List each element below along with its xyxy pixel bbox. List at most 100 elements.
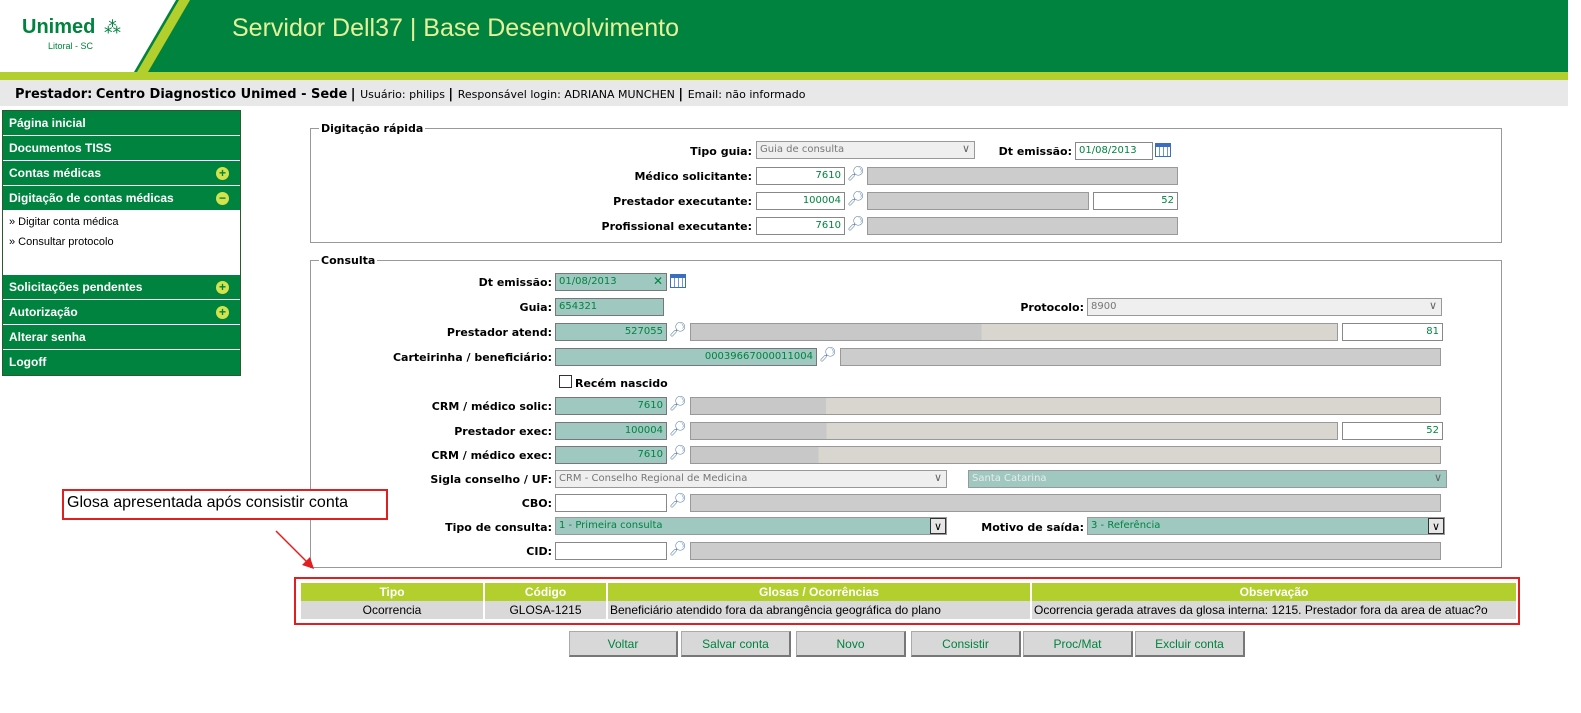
prestador-executante-extra[interactable]: 52 xyxy=(1093,192,1178,210)
proc-mat-button[interactable]: Proc/Mat xyxy=(1023,631,1133,657)
prestador-name: Centro Diagnostico Unimed - Sede xyxy=(95,87,348,102)
magnifier-icon[interactable]: 🔎︎ xyxy=(669,395,687,413)
chevron-down-icon: ∨ xyxy=(1428,518,1444,534)
profissional-executante-name xyxy=(867,217,1178,235)
sidebar-submenu: » Digitar conta médica » Consultar proto… xyxy=(3,211,240,275)
sidebar-item-autorizacao[interactable]: Autorização + xyxy=(3,300,240,325)
sidebar-menu: Página inicial Documentos TISS Contas mé… xyxy=(2,110,241,376)
responsavel-info: Responsável login: ADRIANA MUNCHEN xyxy=(457,88,675,101)
sidebar-item-contas-medicas[interactable]: Contas médicas + xyxy=(3,161,240,186)
voltar-button[interactable]: Voltar xyxy=(569,631,678,657)
col-codigo: Código xyxy=(485,583,606,601)
uf-select[interactable]: Santa Catarina ∨ xyxy=(968,470,1447,488)
crm-solic-input[interactable]: 7610 xyxy=(555,397,667,415)
prestador-executante-name xyxy=(867,192,1089,210)
cid-name xyxy=(690,542,1441,560)
col-observacao: Observação xyxy=(1032,583,1516,601)
sidebar-item-solicitacoes[interactable]: Solicitações pendentes + xyxy=(3,275,240,300)
prestador-executante-input[interactable]: 100004 xyxy=(756,192,845,210)
user-info-bar: Prestador: Centro Diagnostico Unimed - S… xyxy=(0,80,1568,106)
prestador-executante-label: Prestador executante: xyxy=(613,195,752,208)
submenu-consultar-protocolo[interactable]: » Consultar protocolo xyxy=(9,234,240,254)
sigla-conselho-label: Sigla conselho / UF: xyxy=(430,473,552,486)
novo-button[interactable]: Novo xyxy=(796,631,906,657)
calendar-icon[interactable] xyxy=(1155,143,1171,157)
expand-icon[interactable]: + xyxy=(216,281,229,294)
tipo-guia-select[interactable]: Guia de consulta ∨ xyxy=(756,141,975,159)
carteirinha-input[interactable]: 00039667000011004 xyxy=(555,348,817,366)
protocolo-select[interactable]: 8900 ∨ xyxy=(1087,298,1442,316)
recem-nascido-checkbox[interactable] xyxy=(559,375,572,388)
collapse-icon[interactable]: − xyxy=(216,192,229,205)
app-header: Unimed ⁂ Litoral - SC Servidor Dell37 | … xyxy=(0,0,1568,72)
medico-solicitante-input[interactable]: 7610 xyxy=(756,167,845,185)
magnifier-icon[interactable]: 🔎︎ xyxy=(669,540,687,558)
magnifier-icon[interactable]: 🔎︎ xyxy=(669,420,687,438)
unimed-logo: Unimed xyxy=(22,16,96,38)
magnifier-icon[interactable]: 🔎︎ xyxy=(847,165,865,183)
sidebar-item-logoff[interactable]: Logoff xyxy=(3,350,240,375)
excluir-conta-button[interactable]: Excluir conta xyxy=(1135,631,1245,657)
consulta-legend: Consulta xyxy=(321,254,376,267)
prestador-atend-extra[interactable]: 81 xyxy=(1342,323,1443,341)
logo-subtitle: Litoral - SC xyxy=(48,41,94,51)
expand-icon[interactable]: + xyxy=(216,167,229,180)
chevron-down-icon: ∨ xyxy=(930,518,946,534)
table-row[interactable]: Ocorrencia GLOSA-1215 Beneficiário atend… xyxy=(301,601,1516,619)
clear-icon[interactable]: ✕ xyxy=(653,274,663,288)
sidebar-item-alterar-senha[interactable]: Alterar senha xyxy=(3,325,240,350)
header-accent-bar xyxy=(0,72,1568,80)
sigla-conselho-select[interactable]: CRM - Conselho Regional de Medicina ∨ xyxy=(555,470,947,488)
crm-exec-name xyxy=(690,446,1441,464)
cbo-name xyxy=(690,494,1441,512)
beneficiario-name xyxy=(840,348,1441,366)
guia-input[interactable]: 654321 xyxy=(555,298,664,316)
prestador-exec-input[interactable]: 100004 xyxy=(555,422,667,440)
magnifier-icon[interactable]: 🔎︎ xyxy=(669,321,687,339)
crm-solic-label: CRM / médico solic: xyxy=(431,400,552,413)
sidebar-item-digitacao[interactable]: Digitação de contas médicas − xyxy=(3,186,240,211)
tipo-guia-label: Tipo guia: xyxy=(690,145,752,158)
magnifier-icon[interactable]: 🔎︎ xyxy=(847,215,865,233)
dt-emissao-label: Dt emissão: xyxy=(478,276,552,289)
cbo-input[interactable] xyxy=(555,494,667,512)
col-glosas: Glosas / Ocorrências xyxy=(608,583,1030,601)
crm-solic-name xyxy=(690,397,1441,415)
sidebar-item-pagina-inicial[interactable]: Página inicial xyxy=(3,111,240,136)
cell-tipo: Ocorrencia xyxy=(301,601,483,619)
profissional-executante-input[interactable]: 7610 xyxy=(756,217,845,235)
sidebar-item-documentos-tiss[interactable]: Documentos TISS xyxy=(3,136,240,161)
motivo-saida-select[interactable]: 3 - Referência ∨ xyxy=(1087,517,1445,535)
carteirinha-label: Carteirinha / beneficiário: xyxy=(392,351,552,364)
tipo-consulta-select[interactable]: 1 - Primeira consulta ∨ xyxy=(555,517,947,535)
cid-label: CID: xyxy=(526,545,552,558)
crm-exec-label: CRM / médico exec: xyxy=(431,449,552,462)
submenu-digitar-conta[interactable]: » Digitar conta médica xyxy=(9,214,240,234)
quick-dt-emissao-input[interactable]: 01/08/2013 xyxy=(1075,142,1153,160)
chevron-down-icon: ∨ xyxy=(933,471,942,484)
cell-observacao: Ocorrencia gerada atraves da glosa inter… xyxy=(1032,601,1516,619)
consistir-button[interactable]: Consistir xyxy=(911,631,1021,657)
cell-codigo: GLOSA-1215 xyxy=(485,601,606,619)
col-tipo: Tipo xyxy=(301,583,483,601)
prestador-exec-extra[interactable]: 52 xyxy=(1342,422,1443,440)
calendar-icon[interactable] xyxy=(670,274,686,288)
magnifier-icon[interactable]: 🔎︎ xyxy=(669,444,687,462)
magnifier-icon[interactable]: 🔎︎ xyxy=(819,346,837,364)
prestador-atend-input[interactable]: 527055 xyxy=(555,323,667,341)
annotation-arrow xyxy=(275,530,314,569)
glosa-table: Tipo Código Glosas / Ocorrências Observa… xyxy=(299,583,1518,619)
expand-icon[interactable]: + xyxy=(216,306,229,319)
magnifier-icon[interactable]: 🔎︎ xyxy=(847,190,865,208)
salvar-conta-button[interactable]: Salvar conta xyxy=(681,631,791,657)
cid-input[interactable] xyxy=(555,542,667,560)
table-header-row: Tipo Código Glosas / Ocorrências Observa… xyxy=(301,583,1516,601)
crm-exec-input[interactable]: 7610 xyxy=(555,446,667,464)
chevron-down-icon: ∨ xyxy=(1428,299,1437,312)
medico-solicitante-label: Médico solicitante: xyxy=(634,170,752,183)
app-title: Servidor Dell37 | Base Desenvolvimento xyxy=(232,14,679,42)
guia-label: Guia: xyxy=(519,301,552,314)
dt-emissao-input[interactable]: 01/08/2013 ✕ xyxy=(555,273,667,291)
magnifier-icon[interactable]: 🔎︎ xyxy=(669,492,687,510)
medico-solicitante-name xyxy=(867,167,1178,185)
